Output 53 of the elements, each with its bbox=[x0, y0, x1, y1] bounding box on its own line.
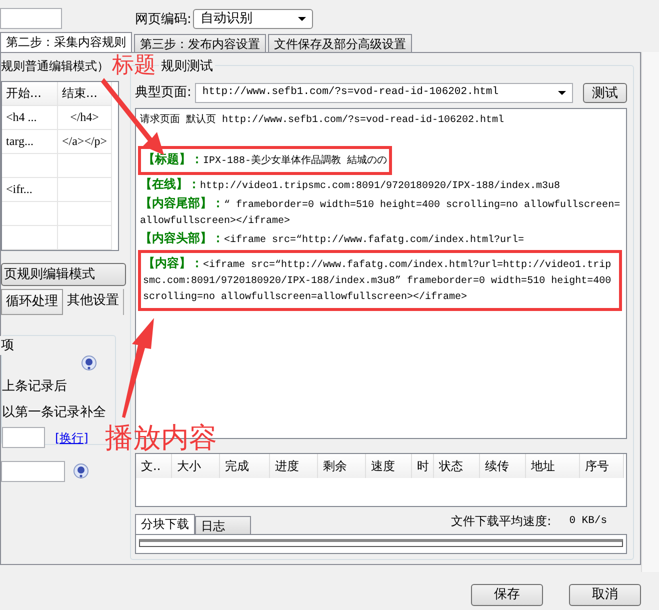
line-break-link[interactable]: [换行] bbox=[55, 428, 88, 446]
column-header: 速度 bbox=[366, 454, 412, 478]
speed-label: 文件下载平均速度: bbox=[451, 512, 552, 530]
column-header: 开始... bbox=[2, 82, 58, 106]
table-cell: <h4 ... bbox=[2, 106, 58, 130]
text-field[interactable] bbox=[2, 427, 45, 448]
column-header: 结束... bbox=[58, 82, 112, 106]
tab[interactable]: 第三步：发布内容设置 bbox=[134, 34, 266, 52]
field-label: 网页编码: bbox=[135, 11, 192, 29]
tab[interactable]: 循环处理 bbox=[1, 289, 63, 314]
help-icon bbox=[73, 463, 89, 479]
column-header: 完成 bbox=[220, 454, 270, 478]
caret-icon bbox=[298, 17, 306, 21]
column-header: 续传 bbox=[480, 454, 526, 478]
column-header: 进度 bbox=[270, 454, 318, 478]
field-label: 典型页面: bbox=[135, 84, 192, 102]
tab[interactable]: 日志 bbox=[195, 516, 251, 534]
tab[interactable]: 其他设置 bbox=[63, 289, 124, 314]
table-cell bbox=[58, 202, 112, 226]
table-cell: </h4> bbox=[58, 106, 112, 130]
cancel-button[interactable]: 取消 bbox=[569, 584, 641, 606]
annotation-label: 标题 bbox=[112, 55, 156, 77]
table-cell bbox=[58, 226, 112, 250]
url-combobox[interactable]: http://www.sefb1.com/?s=vod-read-id-106202.html bbox=[195, 82, 573, 102]
column-header: 大小 bbox=[172, 454, 220, 478]
encoding-select[interactable]: 自动识别 bbox=[193, 9, 314, 29]
help-icon bbox=[81, 355, 97, 371]
test-button[interactable]: 测试 bbox=[583, 82, 627, 102]
column-header: 地址 bbox=[526, 454, 580, 478]
option-label: 以第一条记录补全 bbox=[2, 404, 107, 422]
output-text: 请求页面 默认页 http://www.sefb1.com/?s=vod-read-id-106202.html bbox=[140, 112, 506, 128]
column-header: 状态 bbox=[434, 454, 480, 478]
table-cell bbox=[58, 178, 112, 202]
column-header: 文.. bbox=[136, 454, 172, 478]
tab[interactable]: 分块下载 bbox=[135, 514, 195, 534]
table-cell: <ifr... bbox=[2, 178, 58, 202]
save-button[interactable]: 保存 bbox=[471, 584, 543, 606]
column-header: 序号 bbox=[580, 454, 624, 478]
text-field[interactable] bbox=[1, 460, 65, 482]
table-cell: </a></p> bbox=[58, 130, 112, 154]
caret-icon bbox=[558, 90, 566, 94]
group-title: 项 bbox=[0, 336, 16, 355]
tab[interactable]: 第二步：采集内容规则 bbox=[0, 32, 132, 52]
column-header: 时 bbox=[412, 454, 434, 478]
mode-button[interactable]: 页规则编辑模式 bbox=[1, 263, 126, 286]
section-title: 规则普通编辑模式） bbox=[1, 58, 109, 75]
option-label: 上条记录后 bbox=[2, 378, 68, 396]
table-cell bbox=[58, 154, 112, 178]
speed-value: 0 KB/s bbox=[569, 514, 607, 529]
column-header: 剩余 bbox=[318, 454, 366, 478]
table-cell: targ... bbox=[2, 130, 58, 154]
text-field[interactable] bbox=[0, 8, 62, 29]
tab[interactable]: 文件保存及部分高级设置 bbox=[268, 34, 412, 52]
